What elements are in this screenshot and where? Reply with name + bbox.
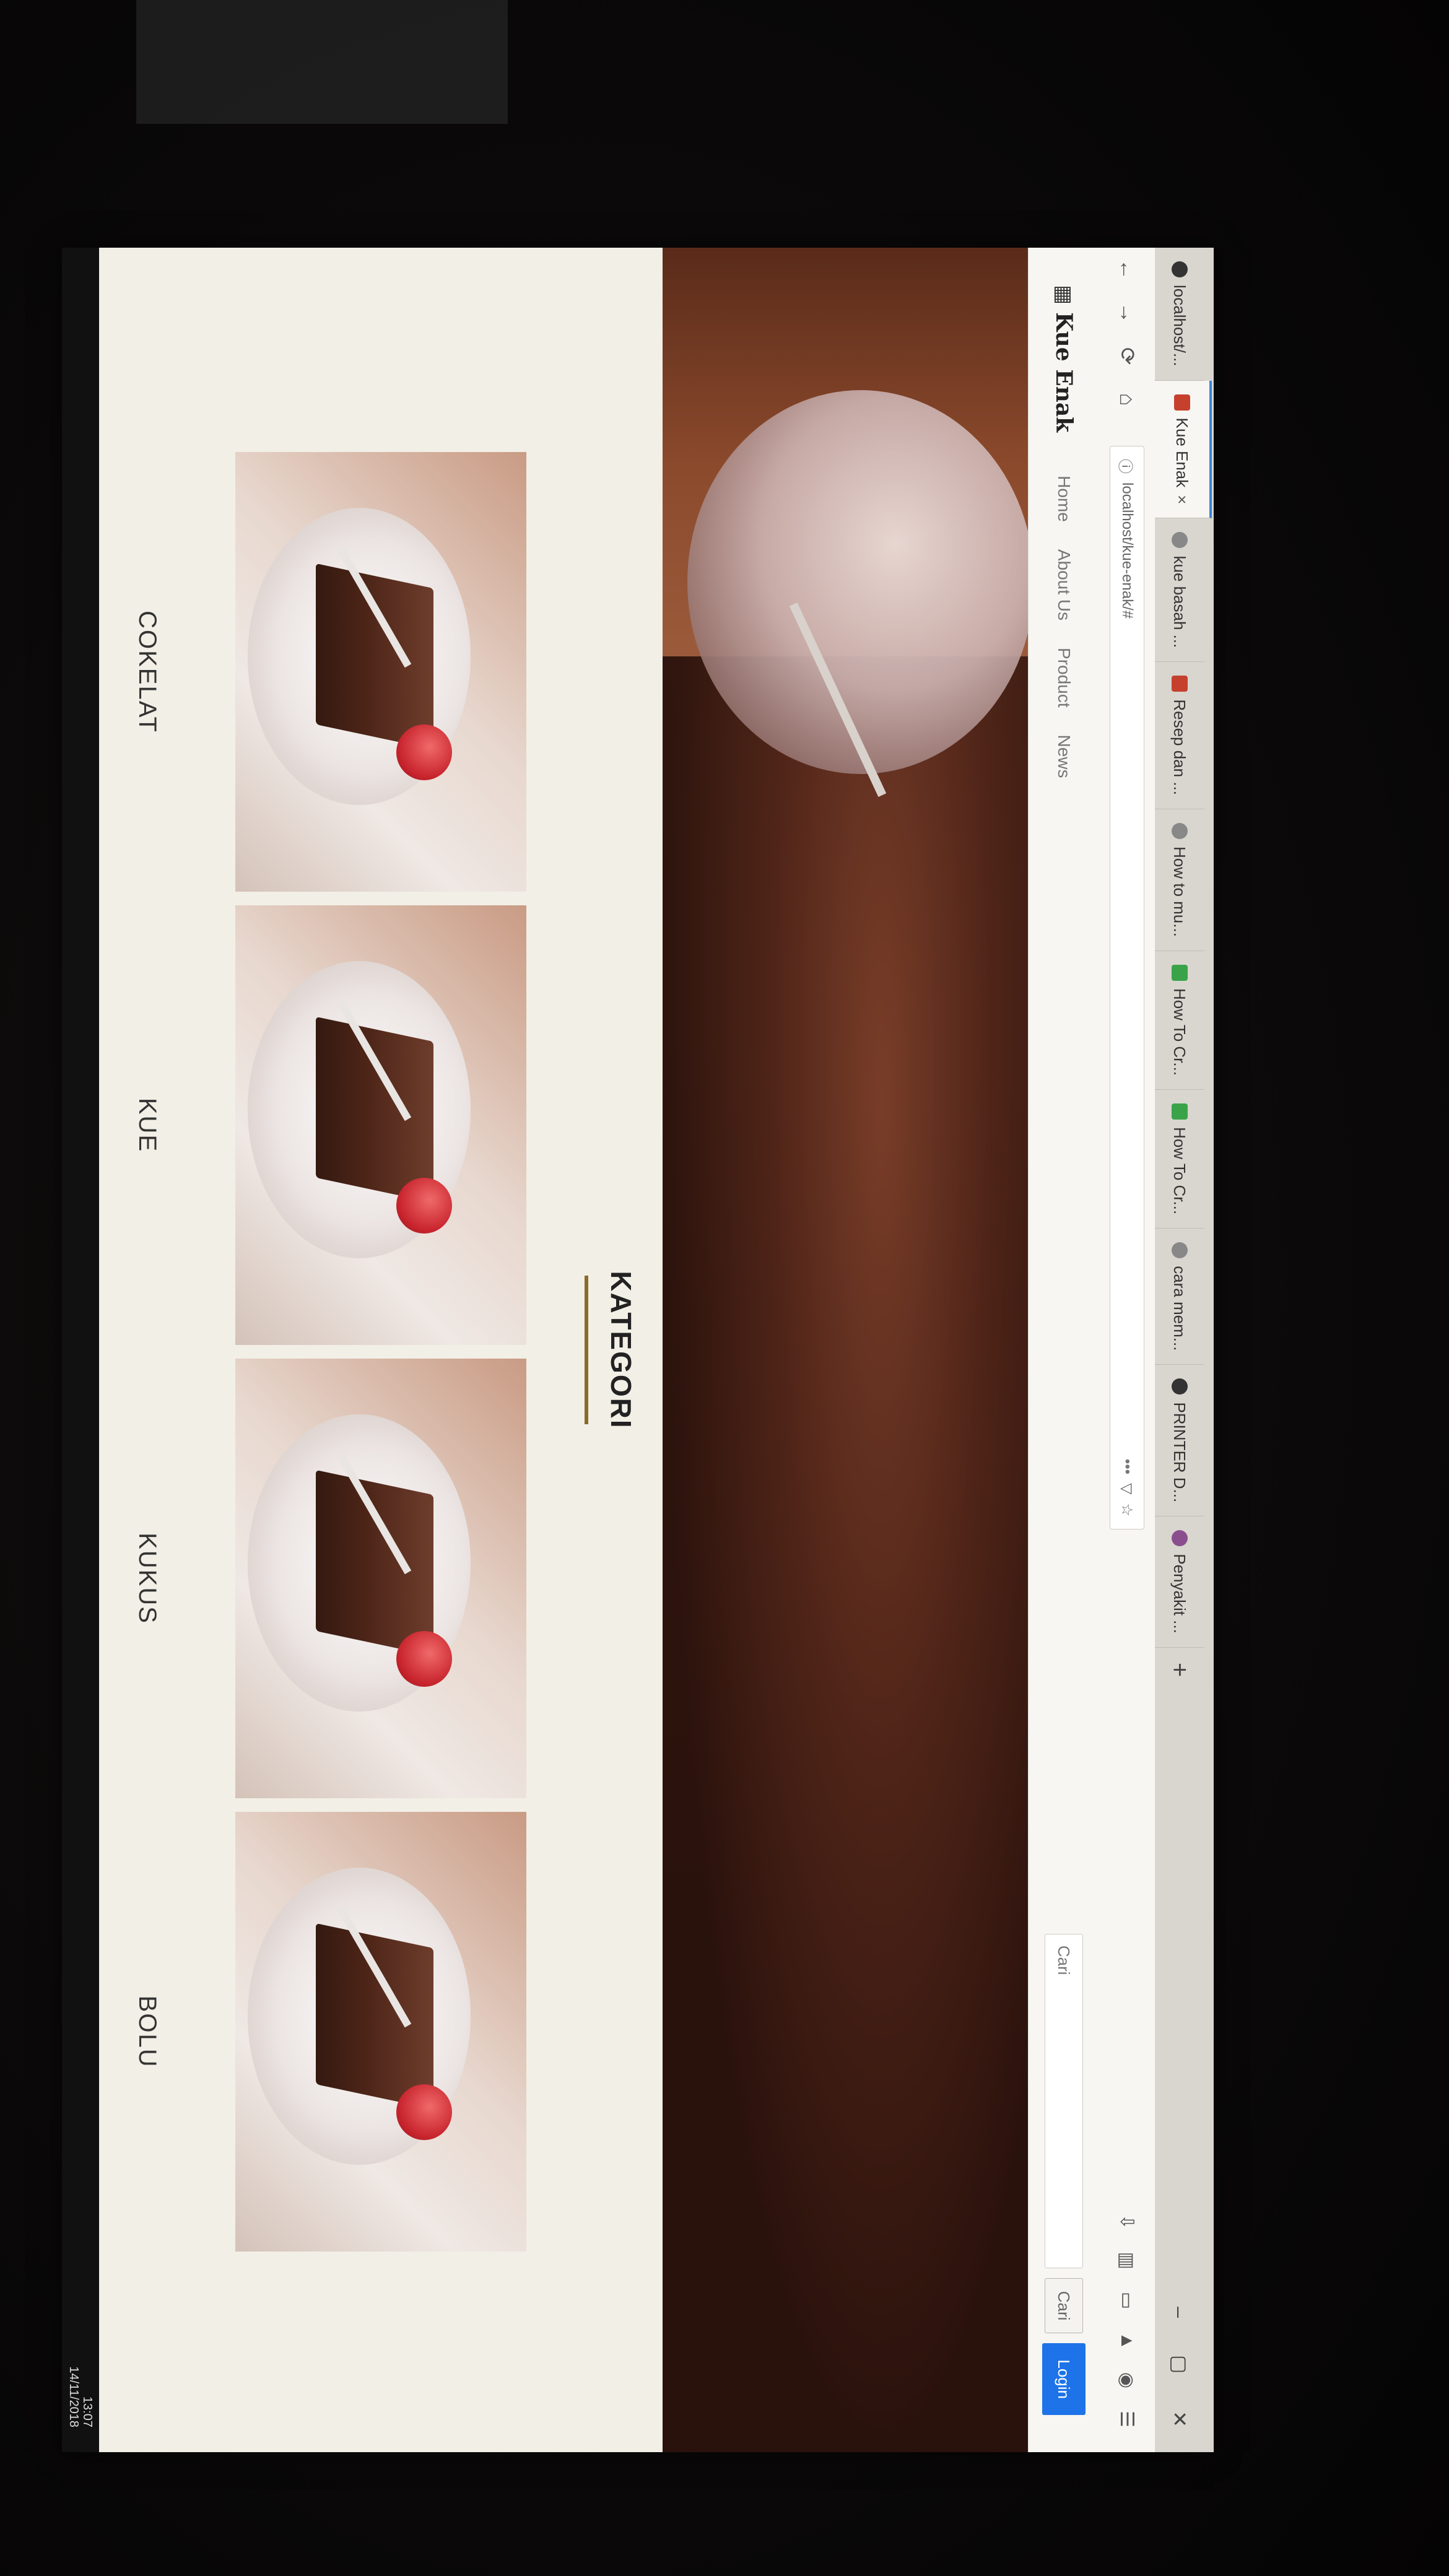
category-label: COKELAT <box>134 611 161 733</box>
site-favicon-icon <box>1174 394 1190 411</box>
category-card-cokelat[interactable]: COKELAT <box>133 452 526 892</box>
tab-how-to-mu[interactable]: How to mu... <box>1155 809 1204 951</box>
tab-how-to-cr-1[interactable]: How To Cr... <box>1155 951 1204 1090</box>
logo-text: Kue Enak <box>1051 312 1077 433</box>
globe-icon <box>1172 823 1188 839</box>
category-label: KUKUS <box>134 1533 161 1624</box>
green-icon <box>1172 964 1188 981</box>
bookmark-star-icon[interactable]: ☆ <box>1118 1503 1136 1516</box>
maximize-button[interactable]: ▢ <box>1168 2355 1191 2374</box>
category-card-kukus[interactable]: KUKUS <box>133 1359 526 1798</box>
clock-time: 13:07 <box>80 2396 94 2427</box>
info-icon: ⓘ <box>1116 459 1134 474</box>
category-label: KUE <box>134 1097 161 1153</box>
tab-localhost[interactable]: localhost/... <box>1155 248 1204 381</box>
globe-icon <box>1172 532 1188 549</box>
nav-product[interactable]: Product <box>1054 648 1074 708</box>
nav-news[interactable]: News <box>1054 735 1074 778</box>
tab-printer[interactable]: PRINTER D... <box>1155 1365 1204 1517</box>
site-logo[interactable]: ▦ Kue Enak <box>1051 285 1077 432</box>
tab-label: localhost/... <box>1170 285 1190 367</box>
tab-how-to-cr-2[interactable]: How To Cr... <box>1155 1090 1204 1229</box>
tab-label: How To Cr... <box>1170 1127 1190 1215</box>
reload-icon[interactable]: ⟳ <box>1115 334 1139 378</box>
category-image <box>235 1812 526 2252</box>
tab-label: cara mem... <box>1170 1266 1190 1351</box>
search-input[interactable] <box>1045 1933 1083 2268</box>
url-text: localhost/kue-enak/# <box>1119 482 1136 619</box>
download-icon[interactable]: ⇩ <box>1116 2214 1138 2229</box>
tab-kue-basah[interactable]: kue basah ... <box>1155 518 1204 663</box>
site-header: ▦ Kue Enak Home About Us Product News Ca… <box>1028 248 1099 2452</box>
sidebar-icon[interactable]: ▭ <box>1116 2292 1138 2309</box>
tab-strip: localhost/... Kue Enak × kue basah ... R… <box>1155 248 1214 2452</box>
library-icon[interactable]: ▥ <box>1116 2252 1138 2269</box>
extension-icon[interactable]: ▲ <box>1116 2331 1138 2350</box>
search-group: Cari Login <box>1042 1933 1086 2415</box>
kategori-title: KATEGORI <box>605 1271 637 1429</box>
kategori-underline <box>585 1276 588 1424</box>
hero-plate-image <box>687 390 1028 774</box>
tab-label: Penyakit ... <box>1170 1554 1190 1634</box>
browser-window: localhost/... Kue Enak × kue basah ... R… <box>62 248 1214 2452</box>
new-tab-button[interactable]: + <box>1155 1648 1204 1692</box>
forward-arrow-icon[interactable]: → <box>1115 291 1139 334</box>
tab-cara-mem[interactable]: cara mem... <box>1155 1229 1204 1365</box>
purple-icon <box>1172 1530 1188 1547</box>
tab-label: kue basah ... <box>1170 555 1190 648</box>
close-icon[interactable]: × <box>1173 495 1192 504</box>
hamburger-menu-icon[interactable]: ☰ <box>1116 2411 1138 2427</box>
category-image <box>235 1359 526 1798</box>
tab-label: Resep dan ... <box>1170 699 1190 795</box>
hero-cake-image <box>663 656 1028 2452</box>
cake-logo-icon: ▦ <box>1051 285 1076 305</box>
green-icon <box>1172 1103 1188 1120</box>
os-taskbar: 13:07 14/11/2018 <box>62 248 99 2452</box>
close-window-button[interactable]: ✕ <box>1168 2411 1191 2427</box>
category-card-bolu[interactable]: BOLU <box>133 1812 526 2252</box>
recipe-icon <box>1172 676 1188 692</box>
category-image <box>235 905 526 1345</box>
printer-icon <box>1172 1378 1188 1395</box>
globe-icon <box>1172 1242 1188 1259</box>
tab-resep[interactable]: Resep dan ... <box>1155 662 1204 809</box>
browser-toolbar: ← → ⟳ ⌂ ⓘ localhost/kue-enak/# ••• ▽ ☆ ⇩… <box>1099 248 1155 2452</box>
localhost-icon <box>1172 261 1188 277</box>
kategori-section: KATEGORI COKELAT KUE KUKUS BOLU <box>62 248 663 2452</box>
tab-label: PRINTER D... <box>1170 1402 1190 1503</box>
tab-penyakit[interactable]: Penyakit ... <box>1155 1516 1204 1648</box>
tab-kue-enak[interactable]: Kue Enak × <box>1155 380 1212 519</box>
toolbar-icons: ⇩ ▥ ▭ ▲ ◉ ☰ <box>1116 2214 1138 2452</box>
account-icon[interactable]: ◉ <box>1116 2372 1138 2388</box>
main-nav: Home About Us Product News <box>1054 476 1074 778</box>
hero-banner <box>663 248 1028 2452</box>
minimize-button[interactable]: – <box>1168 2307 1191 2318</box>
pocket-icon[interactable]: ▽ <box>1118 1483 1136 1494</box>
search-button[interactable]: Cari <box>1045 2278 1083 2334</box>
kategori-cards: COKELAT KUE KUKUS BOLU <box>133 452 526 2252</box>
category-card-kue[interactable]: KUE <box>133 905 526 1345</box>
window-controls: – ▢ ✕ <box>1155 2282 1204 2452</box>
category-label: BOLU <box>134 1995 161 2068</box>
tab-label: How to mu... <box>1170 846 1190 937</box>
login-button[interactable]: Login <box>1042 2343 1086 2415</box>
taskbar-clock[interactable]: 13:07 14/11/2018 <box>67 2366 94 2427</box>
nav-home[interactable]: Home <box>1054 476 1074 522</box>
page-actions-menu[interactable]: ••• <box>1118 1459 1136 1474</box>
back-arrow-icon[interactable]: ← <box>1115 248 1139 291</box>
clock-date: 14/11/2018 <box>67 2366 80 2427</box>
nav-about-us[interactable]: About Us <box>1054 549 1074 620</box>
category-image <box>235 452 526 892</box>
tab-label: How To Cr... <box>1170 988 1190 1076</box>
address-bar[interactable]: ⓘ localhost/kue-enak/# ••• ▽ ☆ <box>1110 446 1144 1530</box>
home-icon[interactable]: ⌂ <box>1115 378 1139 421</box>
screen-glare <box>136 0 508 124</box>
tab-label: Kue Enak <box>1173 417 1192 488</box>
